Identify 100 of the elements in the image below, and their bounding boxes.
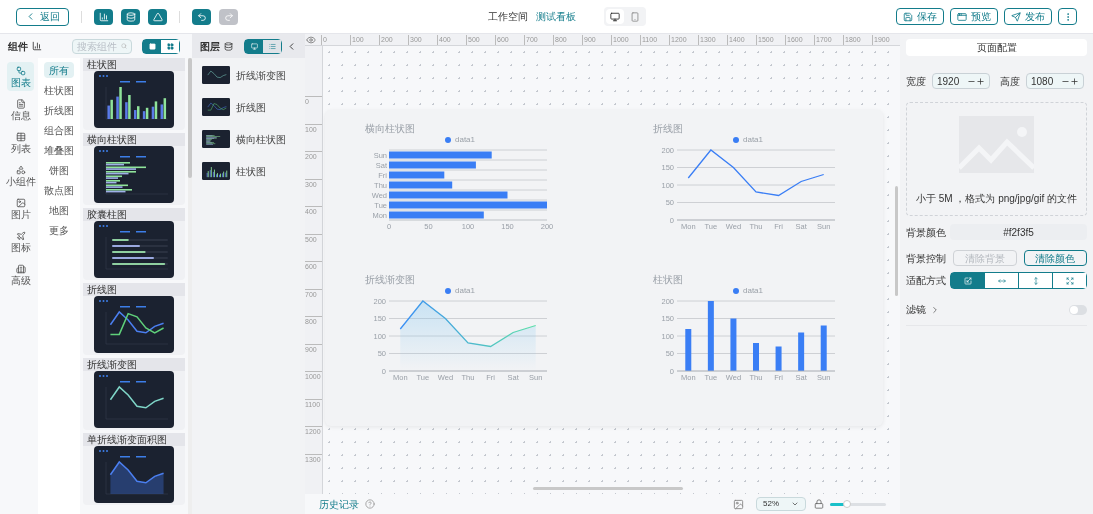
chart-title: 折线图 xyxy=(653,124,684,134)
view-toggle[interactable] xyxy=(263,39,281,53)
data-button[interactable] xyxy=(121,8,140,25)
clear-button[interactable]: 清除颜色 xyxy=(1023,250,1087,266)
panel-title: 图层 xyxy=(200,39,220,54)
rail-item[interactable]: 图标 xyxy=(7,227,34,256)
field-label: 背景颜色 xyxy=(906,225,947,240)
view-toggle[interactable] xyxy=(143,39,161,53)
layer-item[interactable]: 横向柱状图 xyxy=(202,130,305,148)
config-tab[interactable]: 页面配置 xyxy=(906,39,1087,56)
plus-icon[interactable] xyxy=(976,76,985,86)
category-item[interactable]: 更多 xyxy=(44,222,74,238)
chart-bar xyxy=(775,346,782,371)
eye-icon[interactable] xyxy=(305,35,317,45)
category-item[interactable]: 折线图 xyxy=(44,102,74,118)
card-title: 折线图 xyxy=(83,283,185,296)
shape-button[interactable] xyxy=(148,8,167,25)
component-card[interactable]: 胶囊柱图 xyxy=(83,208,185,280)
chart-title: 柱状图 xyxy=(653,275,684,285)
back-button[interactable]: 返回 xyxy=(16,7,69,26)
window-icon xyxy=(957,11,967,22)
component-card[interactable]: 横向柱状图 xyxy=(83,133,185,205)
field-label: 适配方式 xyxy=(906,274,947,288)
category-item[interactable]: 所有 xyxy=(44,62,74,78)
database-icon xyxy=(125,11,136,22)
rail-item[interactable]: 图表 xyxy=(7,62,34,91)
monitor-icon xyxy=(250,42,258,50)
action-button[interactable]: 预览 xyxy=(950,8,998,25)
triangle-icon xyxy=(152,11,163,22)
action-button[interactable]: 保存 xyxy=(896,8,944,25)
legend-label: data1 xyxy=(743,287,763,295)
fit-option[interactable] xyxy=(984,273,1018,288)
upload-area[interactable]: 小于 5M ，格式为 png/jpg/gif 的文件 xyxy=(906,102,1087,216)
chart-bar xyxy=(820,325,827,371)
category-item[interactable]: 柱状图 xyxy=(44,82,74,98)
panel-title: 组件 xyxy=(8,39,28,54)
plus-icon[interactable] xyxy=(1070,76,1079,86)
field-label: 高度 xyxy=(1000,74,1020,89)
number-field[interactable]: 1080 xyxy=(1026,73,1084,89)
minimap-icon[interactable] xyxy=(733,498,744,510)
card-title: 横向柱状图 xyxy=(83,133,185,146)
rail-item[interactable]: 列表 xyxy=(7,128,34,157)
category-item[interactable]: 饼图 xyxy=(44,162,74,178)
lock-icon[interactable] xyxy=(814,499,824,509)
layer-item[interactable]: 折线渐变图 xyxy=(202,66,305,84)
grid-icon xyxy=(166,42,174,50)
layer-thumbnail xyxy=(202,130,230,148)
view-toggle[interactable] xyxy=(245,39,263,53)
chevron-right-icon[interactable] xyxy=(930,304,940,315)
board-name[interactable]: 测试看板 xyxy=(536,9,576,24)
card-title: 折线渐变图 xyxy=(83,358,185,371)
scrollbar[interactable] xyxy=(533,487,683,490)
fit-option[interactable] xyxy=(1018,273,1052,288)
fit-option[interactable] xyxy=(1052,273,1086,288)
more-button[interactable] xyxy=(1058,8,1077,25)
undo-button[interactable] xyxy=(192,8,211,25)
upload-hint: 小于 5M ，格式为 png/jpg/gif 的文件 xyxy=(915,192,1078,206)
component-card[interactable]: 柱状图 xyxy=(83,58,185,130)
workspace-label: 工作空间 xyxy=(488,10,528,24)
layer-item[interactable]: 柱状图 xyxy=(202,162,305,180)
layer-thumbnail xyxy=(202,66,230,84)
layer-item[interactable]: 折线图 xyxy=(202,98,305,116)
history-link[interactable]: 历史记录 xyxy=(319,496,359,512)
rail-item[interactable]: 小组件 xyxy=(7,161,34,190)
chart-bar xyxy=(685,329,692,371)
field-label: 宽度 xyxy=(906,74,926,89)
plane-icon xyxy=(15,230,26,241)
image-icon xyxy=(15,197,26,208)
rail-item[interactable]: 信息 xyxy=(7,95,34,124)
vertical-arrows-icon xyxy=(1031,276,1040,285)
monitor-icon xyxy=(610,11,620,22)
layer-thumbnail xyxy=(202,98,230,116)
action-button[interactable]: 发布 xyxy=(1004,8,1052,25)
chart-title: 横向柱状图 xyxy=(365,124,416,134)
component-card[interactable]: 折线渐变图 xyxy=(83,358,185,430)
document-icon xyxy=(15,98,26,109)
device-toggle[interactable] xyxy=(606,9,624,24)
component-card[interactable]: 单折线渐变面积图 xyxy=(83,433,185,505)
card-title: 单折线渐变面积图 xyxy=(83,433,185,446)
rail-item[interactable]: 高级 xyxy=(7,260,34,289)
filter-switch[interactable] xyxy=(1069,304,1087,315)
view-toggle[interactable] xyxy=(161,39,179,53)
category-item[interactable]: 地图 xyxy=(44,202,74,218)
category-item[interactable]: 组合图 xyxy=(44,122,74,138)
color-field[interactable]: #f2f3f5 xyxy=(950,224,1087,240)
zoom-slider[interactable] xyxy=(830,502,886,506)
zoom-select[interactable]: 52% xyxy=(756,497,806,511)
field-label: 背景控制 xyxy=(906,251,946,266)
bar-chart-icon xyxy=(98,11,109,22)
list-icon xyxy=(268,42,276,50)
scrollbar[interactable] xyxy=(895,186,898,296)
number-field[interactable]: 1920 xyxy=(932,73,990,89)
category-item[interactable]: 堆叠图 xyxy=(44,142,74,158)
card-title: 胶囊柱图 xyxy=(83,208,185,221)
chart-button[interactable] xyxy=(94,8,113,25)
rail-item[interactable]: 图片 xyxy=(7,194,34,223)
component-card[interactable]: 折线图 xyxy=(83,283,185,355)
category-item[interactable]: 散点图 xyxy=(44,182,74,198)
filter-label[interactable]: 滤镜 xyxy=(906,302,926,317)
legend-label: data1 xyxy=(455,287,475,295)
